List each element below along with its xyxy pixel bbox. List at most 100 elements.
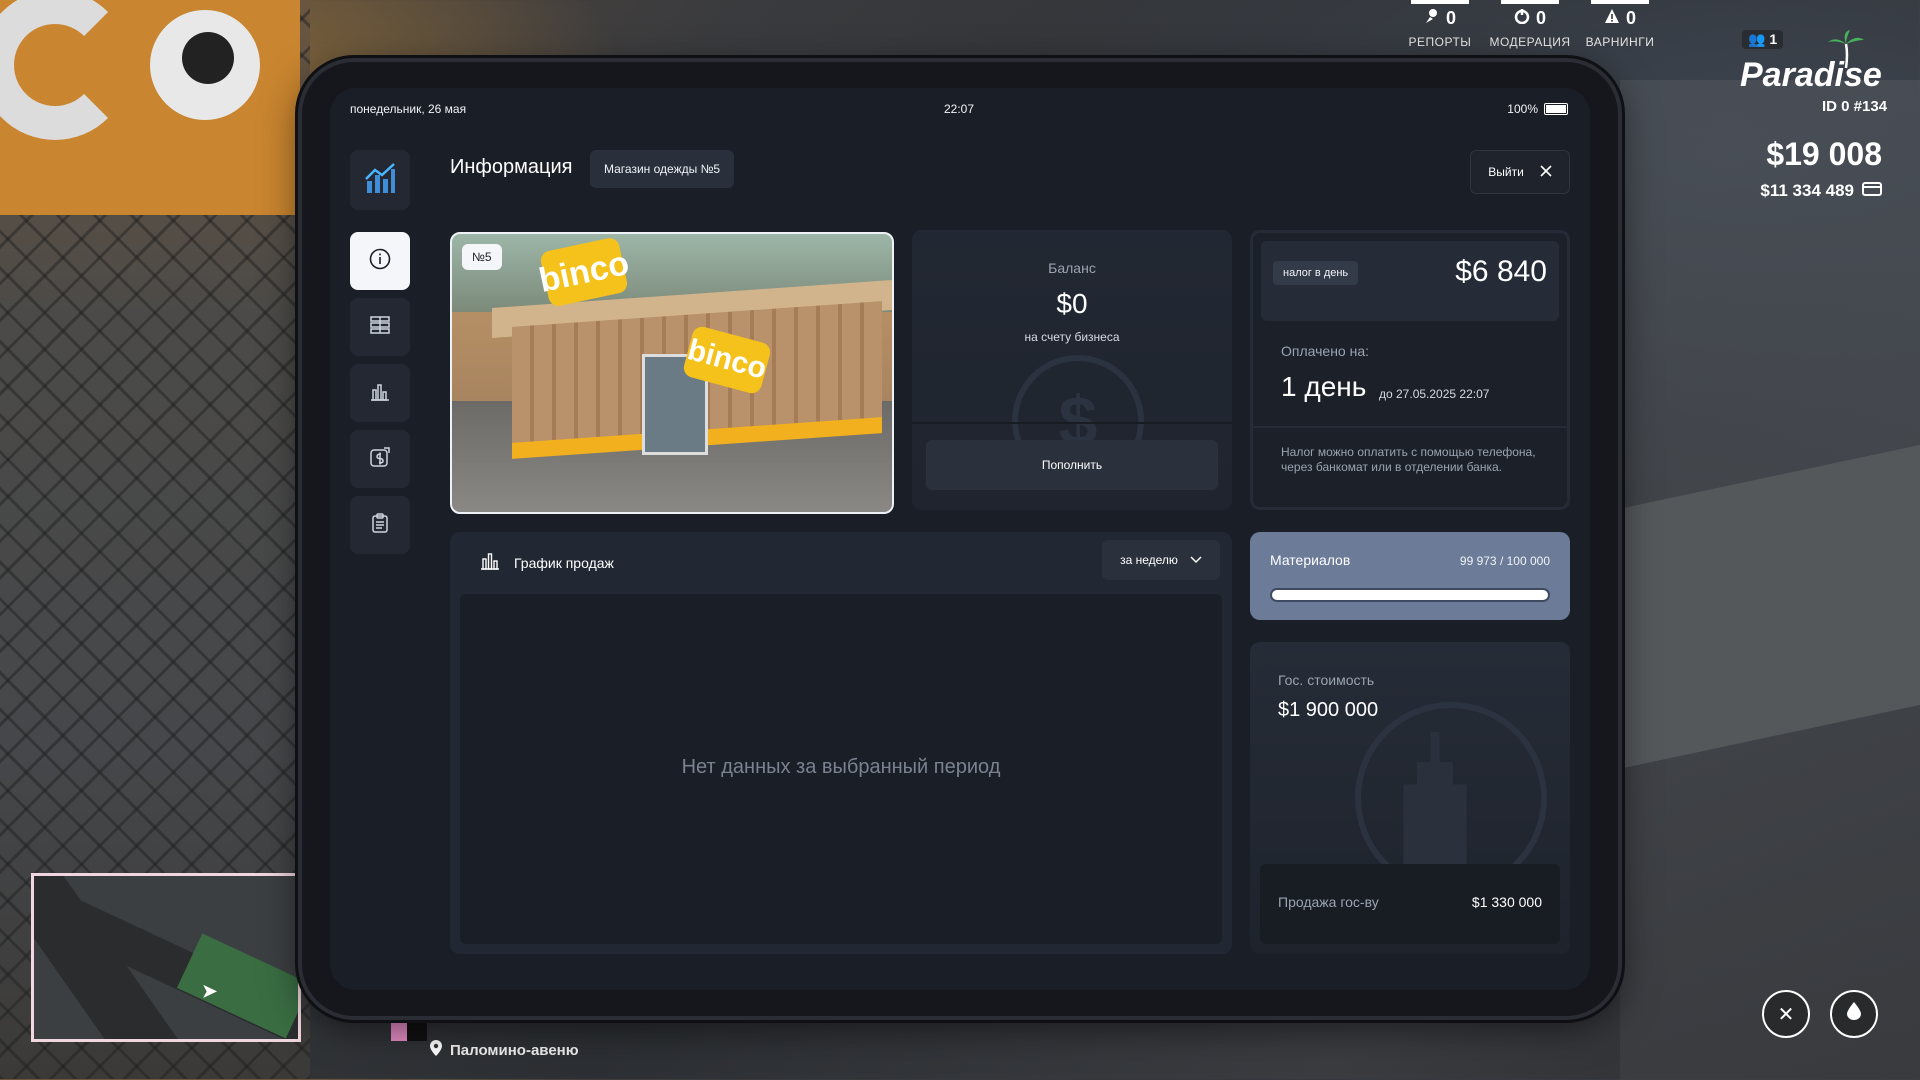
bar-chart-icon — [480, 552, 500, 573]
sales-chart-header: График продаж — [480, 552, 614, 573]
page-title: Информация — [450, 156, 573, 178]
fork-knife-icon: ✕ — [1777, 1003, 1795, 1026]
sell-to-gov-label: Продажа гос-ву — [1278, 894, 1379, 910]
hud-stat-bar — [1501, 0, 1559, 4]
minimap-armor-bar — [407, 1019, 427, 1041]
hud-warnings-value: 0 — [1575, 8, 1665, 29]
materials-label: Материалов — [1270, 552, 1351, 568]
business-name-chip: Магазин одежды №5 — [590, 150, 735, 188]
hud-stat-bar — [1591, 0, 1649, 4]
street-name: Паломино-авеню — [430, 1040, 579, 1060]
sidebar-item-finance[interactable] — [350, 430, 410, 488]
users-icon: 👥 — [1748, 31, 1766, 47]
header: Информация Магазин одежды №5 Выйти — [450, 150, 1570, 194]
status-time: 22:07 — [944, 102, 975, 116]
battery-icon — [1544, 103, 1568, 115]
tax-card: налог в день $6 840 Оплачено на: 1 день … — [1250, 230, 1570, 510]
hud-stats: 0 РЕПОРТЫ 0 МОДЕРАЦИЯ 0 ВАРНИНГИ — [1395, 0, 1665, 49]
warning-icon — [1604, 8, 1620, 29]
gov-value-amount: $1 900 000 — [1278, 699, 1379, 721]
balance-card: $ Баланс $0 на счету бизнеса Пополнить — [912, 230, 1232, 510]
balance-label: Баланс — [1048, 260, 1096, 276]
card-icon — [1862, 181, 1882, 201]
report-icon — [1424, 8, 1440, 29]
tax-note: Налог можно оплатить с помощью телефона,… — [1281, 445, 1536, 474]
balance-divider — [912, 422, 1232, 424]
player-id: ID 0 #134 — [1822, 98, 1888, 115]
sales-chart-card: График продаж за неделю Нет данных за вы… — [450, 532, 1232, 954]
chevron-down-icon — [1190, 553, 1202, 567]
location-pin-icon — [430, 1040, 442, 1060]
exit-button[interactable]: Выйти — [1470, 150, 1570, 194]
paid-until: до 27.05.2025 22:07 — [1379, 387, 1490, 401]
minimap-health-bar — [391, 1019, 407, 1041]
thirst-indicator — [1830, 990, 1878, 1038]
balance-subtitle: на счету бизнеса — [1024, 330, 1120, 344]
materials-progress — [1270, 588, 1550, 602]
online-value: 1 — [1769, 31, 1778, 47]
sidebar-item-stats[interactable] — [350, 364, 410, 422]
sidebar-item-info[interactable] — [350, 232, 410, 290]
money-transfer-icon — [369, 446, 391, 473]
hud-moderation: 0 МОДЕРАЦИЯ — [1485, 0, 1575, 49]
sell-to-gov-button[interactable]: Продажа гос-ву $1 330 000 — [1260, 864, 1560, 944]
hud-warnings: 0 ВАРНИНГИ — [1575, 0, 1665, 49]
orange-billboard — [0, 0, 300, 215]
business-number-badge: №5 — [462, 244, 502, 270]
sidebar-item-list[interactable] — [350, 298, 410, 356]
billboard-ring — [150, 10, 260, 120]
sales-chart-area: Нет данных за выбранный период — [460, 594, 1222, 944]
palm-icon — [1828, 30, 1864, 69]
bank-balance: $11 334 489 — [1760, 181, 1882, 201]
deposit-button[interactable]: Пополнить — [926, 440, 1218, 490]
no-data-message: Нет данных за выбранный период — [681, 756, 1001, 778]
growth-chart-icon — [363, 161, 397, 200]
sell-to-gov-amount: $1 330 000 — [1471, 894, 1542, 910]
hud-reports: 0 РЕПОРТЫ — [1395, 0, 1485, 49]
cash-balance: $19 008 — [1766, 136, 1882, 172]
close-icon — [1540, 164, 1552, 180]
minimap-park — [176, 933, 298, 1039]
balance-value: $0 — [1056, 288, 1088, 319]
chart-icon — [369, 380, 391, 407]
minimap: ➤ — [31, 873, 301, 1042]
tax-amount: $6 840 — [1455, 255, 1547, 288]
gov-value-card: Гос. стоимость $1 900 000 Продажа гос-ву… — [1250, 642, 1570, 954]
period-dropdown[interactable]: за неделю — [1102, 540, 1220, 580]
hud-moderation-count: 0 — [1535, 8, 1546, 28]
tablet-screen: понедельник, 26 мая 22:07 100% Информаци… — [330, 88, 1590, 990]
hud-moderation-value: 0 — [1485, 8, 1575, 29]
status-date: понедельник, 26 мая — [350, 102, 467, 116]
hud-stat-bar — [1411, 0, 1469, 4]
sales-chart-title: График продаж — [514, 554, 614, 571]
hud-reports-count: 0 — [1445, 8, 1456, 28]
materials-card: Материалов 99 973 / 100 000 — [1250, 532, 1570, 620]
online-count: 👥 1 — [1742, 30, 1784, 49]
store-sign: binco — [536, 236, 632, 308]
status-battery: 100% — [1507, 102, 1568, 116]
hud-warnings-label: ВАРНИНГИ — [1585, 35, 1655, 49]
sidebar-item-tasks[interactable] — [350, 496, 410, 554]
list-icon — [369, 314, 391, 341]
gov-value-label: Гос. стоимость — [1278, 672, 1375, 688]
materials-value: 99 973 / 100 000 — [1459, 554, 1550, 568]
battery-percent: 100% — [1507, 102, 1538, 116]
moderation-icon — [1514, 8, 1530, 29]
app-logo[interactable] — [350, 150, 410, 210]
tax-per-day-chip: налог в день — [1273, 261, 1359, 285]
paid-value: 1 день — [1281, 371, 1367, 402]
materials-progress-fill — [1272, 590, 1548, 600]
player-blip-icon: ➤ — [202, 981, 218, 1001]
tax-divider — [1253, 426, 1567, 428]
exit-label: Выйти — [1488, 165, 1524, 179]
sidebar — [350, 150, 410, 562]
hud-reports-value: 0 — [1395, 8, 1485, 29]
billboard-letter — [0, 0, 130, 140]
info-icon — [369, 248, 391, 275]
hud-moderation-label: МОДЕРАЦИЯ — [1489, 35, 1571, 49]
hud-reports-label: РЕПОРТЫ — [1408, 35, 1472, 49]
paid-label: Оплачено на: — [1281, 343, 1370, 359]
clipboard-icon — [369, 512, 391, 539]
business-photo: binco binco №5 — [450, 232, 894, 514]
period-value: за неделю — [1120, 553, 1178, 567]
